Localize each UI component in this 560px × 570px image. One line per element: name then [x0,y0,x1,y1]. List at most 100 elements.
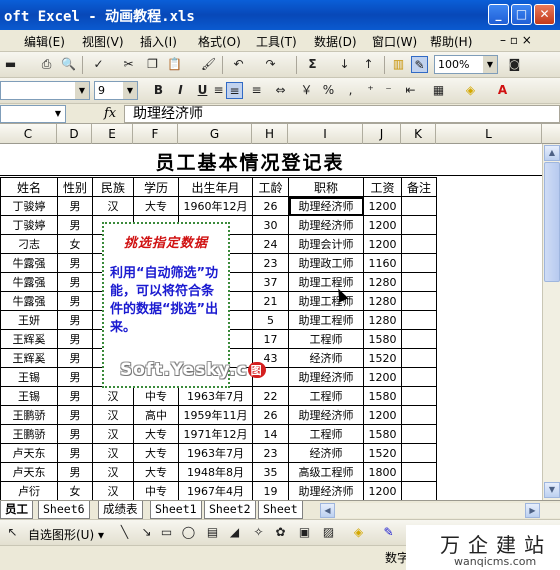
table-cell[interactable]: 1200 [363,196,402,216]
tab-sheet2[interactable]: Sheet2 [204,501,256,519]
menu-view[interactable]: 视图(V) [82,33,124,50]
table-cell[interactable]: 男 [57,405,93,425]
table-cell[interactable] [401,310,437,330]
header-cell[interactable]: 职称 [288,177,364,197]
wordart-icon[interactable]: ◢ [226,524,243,541]
font-color-icon[interactable]: A [494,82,511,99]
line-icon[interactable]: ╲ [116,524,133,541]
document-controls[interactable]: – ▫ × [500,33,532,47]
header-cell[interactable]: 备注 [401,177,437,197]
table-cell[interactable]: 35 [252,462,289,482]
column-header-k[interactable]: K [401,124,436,144]
table-cell[interactable]: 女 [57,234,93,254]
menu-edit[interactable]: 编辑(E) [24,33,65,50]
table-cell[interactable]: 30 [252,215,289,235]
table-cell[interactable]: 1200 [363,405,402,425]
sort-ascending-icon[interactable]: ↓ [336,56,353,73]
table-cell[interactable]: 丁骏婷 [0,196,58,216]
decrease-indent-icon[interactable]: ⇤ [402,82,419,99]
merge-center-icon[interactable]: ⇔ [272,82,289,99]
column-header-l[interactable]: L [436,124,542,144]
table-cell[interactable]: 14 [252,424,289,444]
header-cell[interactable]: 民族 [92,177,134,197]
table-cell[interactable]: 助理政工师 [288,253,364,273]
table-cell[interactable]: 1959年11月 [178,405,253,425]
fx-icon[interactable]: fx [104,106,116,121]
table-cell[interactable]: 男 [57,291,93,311]
table-cell[interactable]: 汉 [92,443,134,463]
scroll-left-icon[interactable]: ◀ [320,503,335,518]
column-header-f[interactable]: F [133,124,178,144]
header-cell[interactable]: 出生年月 [178,177,253,197]
table-cell[interactable]: 男 [57,386,93,406]
zoom-select[interactable]: 100% ▼ [434,55,498,74]
table-cell[interactable]: 1520 [363,348,402,368]
underline-button[interactable]: U [194,82,211,99]
table-cell[interactable]: 1948年8月 [178,462,253,482]
formula-input[interactable]: 助理经济师 [124,105,560,123]
scroll-down-icon[interactable]: ▼ [544,482,560,498]
table-cell[interactable]: 汉 [92,424,134,444]
table-cell[interactable]: 汉 [92,196,134,216]
table-cell[interactable]: 牛露强 [0,253,58,273]
percent-icon[interactable]: % [320,82,337,99]
maximize-button[interactable]: □ [511,4,532,25]
table-cell[interactable]: 王辉奚 [0,348,58,368]
table-cell[interactable]: 23 [252,443,289,463]
table-cell[interactable]: 男 [57,348,93,368]
table-cell[interactable]: 男 [57,196,93,216]
autosum-icon[interactable]: Σ [304,56,321,73]
column-header-i[interactable]: I [288,124,363,144]
save-icon[interactable]: ▬ [2,56,19,73]
table-cell[interactable]: 汉 [92,405,134,425]
textbox-icon[interactable]: ▤ [204,524,221,541]
tab-sheet1[interactable]: Sheet1 [150,501,202,519]
table-cell[interactable]: 王鹏骄 [0,405,58,425]
horizontal-scrollbar[interactable]: ◀ ▶ [320,503,560,518]
scroll-thumb[interactable] [544,162,560,282]
table-cell[interactable]: 王锡 [0,367,58,387]
table-cell[interactable]: 1580 [363,424,402,444]
table-cell[interactable]: 22 [252,386,289,406]
table-cell[interactable]: 汉 [92,386,134,406]
vertical-scrollbar[interactable]: ▲ ▼ [542,144,560,500]
table-cell[interactable]: 刁志 [0,234,58,254]
table-cell[interactable]: 工程师 [288,386,364,406]
table-cell[interactable]: 1963年7月 [178,443,253,463]
table-cell[interactable]: 26 [252,405,289,425]
rectangle-icon[interactable]: ▭ [158,524,175,541]
column-header-g[interactable]: G [178,124,252,144]
table-cell[interactable]: 1971年12月 [178,424,253,444]
menu-help[interactable]: 帮助(H) [430,33,472,50]
table-cell[interactable]: 23 [252,253,289,273]
column-header-d[interactable]: D [57,124,92,144]
table-cell[interactable]: 助理经济师 [288,367,364,387]
table-cell[interactable]: 1960年12月 [178,196,253,216]
table-cell[interactable] [401,443,437,463]
table-cell[interactable]: 男 [57,253,93,273]
select-pointer-icon[interactable]: ↖ [4,524,21,541]
table-cell[interactable]: 1580 [363,329,402,349]
table-cell[interactable]: 1963年7月 [178,386,253,406]
table-cell[interactable]: 男 [57,443,93,463]
table-cell[interactable]: 助理工程师 [288,310,364,330]
font-size-select[interactable]: 9 ▼ [94,81,138,100]
bold-button[interactable]: B [150,82,167,99]
header-cell[interactable]: 工龄 [252,177,289,197]
undo-icon[interactable]: ↶ [230,56,247,73]
sheet-title[interactable]: 员工基本情况登记表 [0,148,540,175]
table-cell[interactable]: 汉 [92,462,134,482]
table-cell[interactable]: 大专 [133,462,179,482]
minimize-button[interactable]: _ [488,4,509,25]
table-cell[interactable]: 牛露强 [0,272,58,292]
shadow-icon[interactable]: ▨ [320,524,337,541]
table-cell[interactable]: 1200 [363,234,402,254]
column-header-c[interactable]: C [0,124,57,144]
table-cell[interactable]: 大专 [133,424,179,444]
redo-icon[interactable]: ↷ [262,56,279,73]
table-cell[interactable]: 卢衍 [0,481,58,500]
table-cell[interactable]: 1280 [363,310,402,330]
arrow-icon[interactable]: ↘ [138,524,155,541]
table-cell[interactable]: 汉 [92,481,134,500]
table-cell[interactable] [401,367,437,387]
